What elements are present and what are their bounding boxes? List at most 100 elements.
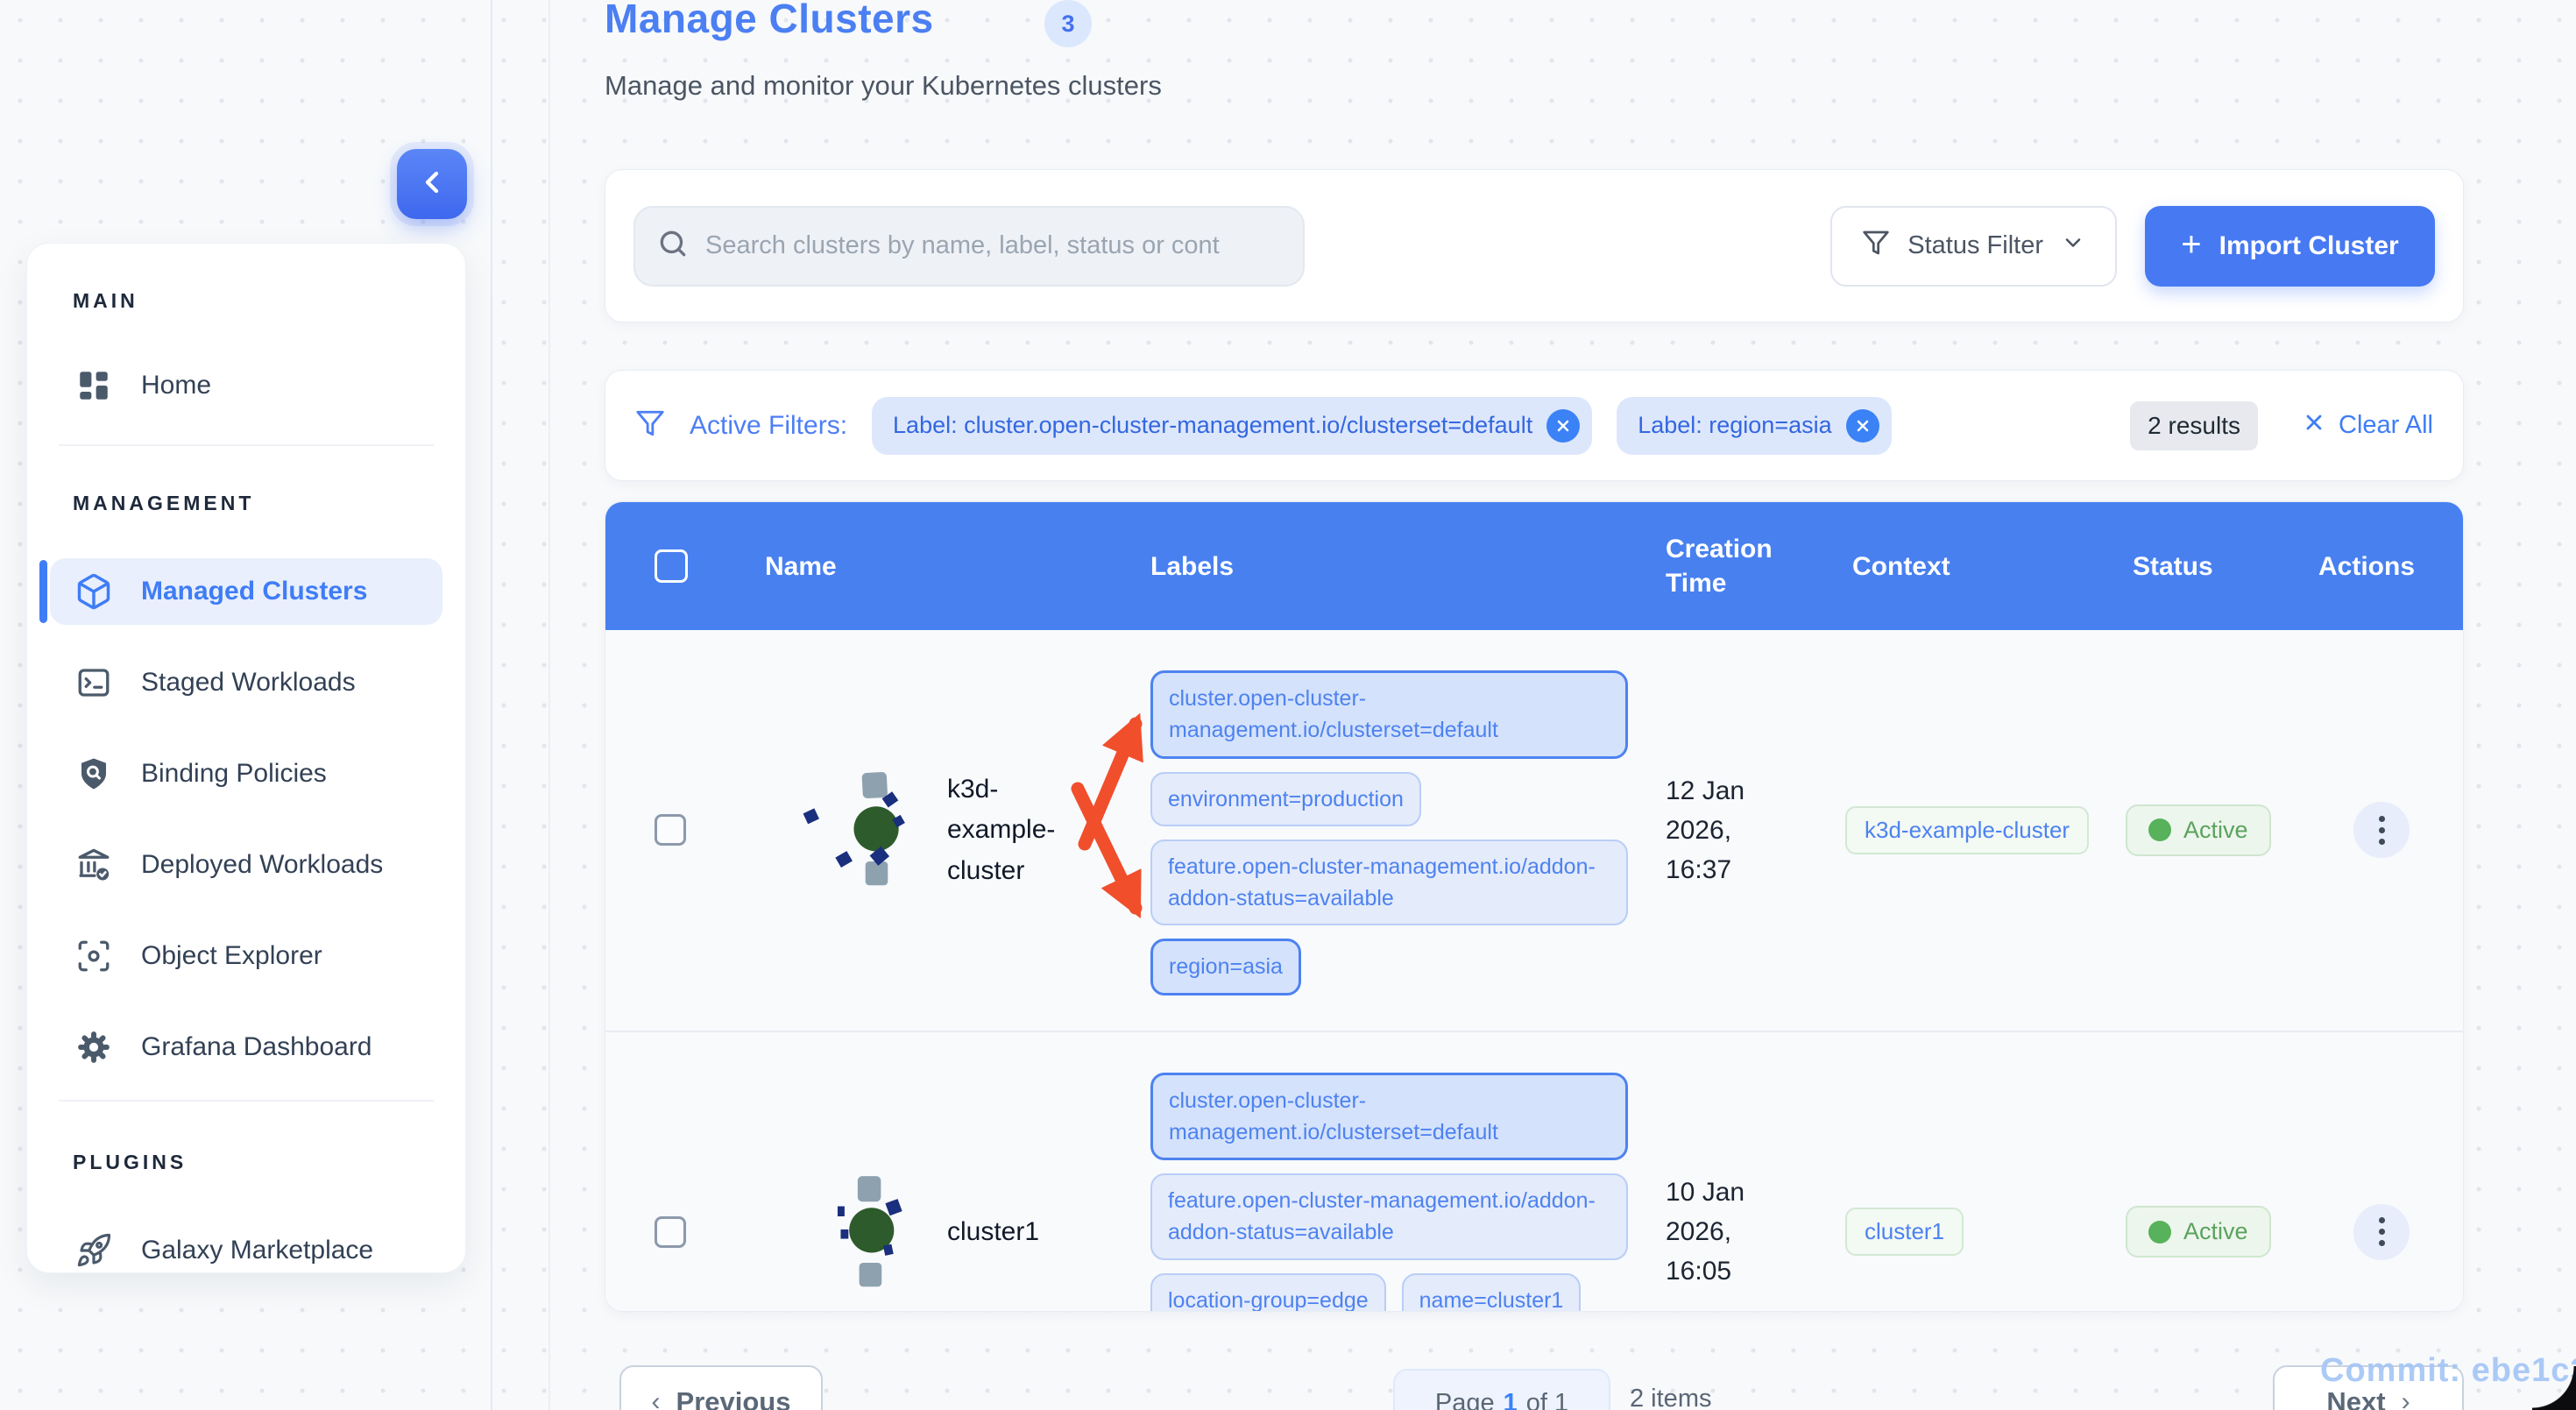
column-header-labels: Labels [1131, 549, 1666, 584]
chevron-left-icon [414, 165, 449, 204]
creation-time: 10 Jan 2026, 16:05 [1666, 1173, 1775, 1291]
remove-filter-icon[interactable] [1546, 409, 1580, 443]
page-subtitle: Manage and monitor your Kubernetes clust… [605, 70, 1162, 102]
terminal-icon [73, 662, 115, 704]
status-filter-label: Status Filter [1907, 231, 2043, 260]
filter-chip-text: Label: region=asia [1638, 412, 1831, 439]
cluster-count-badge: 3 [1044, 0, 1092, 47]
clear-all-label: Clear All [2339, 411, 2433, 440]
sidebar-divider [59, 1100, 434, 1102]
import-cluster-button[interactable]: + Import Cluster [2145, 206, 2435, 287]
plus-icon: + [2181, 227, 2201, 262]
cluster-logo-icon [791, 762, 923, 898]
scan-focus-icon [73, 935, 115, 977]
status-label: Active [2183, 1218, 2248, 1245]
sidebar-item-staged-workloads[interactable]: Staged Workloads [50, 649, 442, 716]
row-actions-kebab-button[interactable] [2353, 802, 2410, 858]
filter-chip-region: Label: region=asia [1617, 397, 1891, 455]
sidebar-section-plugins: PLUGINS [50, 1151, 442, 1173]
label-chip[interactable]: feature.open-cluster-management.io/addon… [1150, 840, 1628, 926]
table-row: cluster1 cluster.open-cluster-management… [605, 1032, 2463, 1313]
actions-cell [2318, 1204, 2464, 1260]
context-cell: cluster1 [1845, 1208, 2126, 1256]
row-actions-kebab-button[interactable] [2353, 1204, 2410, 1260]
active-filters-bar: Active Filters: Label: cluster.open-clus… [605, 370, 2464, 481]
previous-page-button[interactable]: ‹ Previous [619, 1365, 823, 1410]
context-cell: k3d-example-cluster [1845, 806, 2126, 854]
column-header-name: Name [719, 549, 1131, 584]
row-checkbox[interactable] [655, 814, 686, 846]
cluster-name-cell: k3d-example-cluster [719, 762, 1131, 898]
search-box [633, 206, 1305, 287]
page-label: Page [1435, 1389, 1495, 1410]
sidebar-item-grafana-dashboard[interactable]: Grafana Dashboard [50, 1014, 442, 1081]
sidebar-item-label: Deployed Workloads [141, 850, 383, 880]
cluster-name[interactable]: cluster1 [947, 1212, 1087, 1253]
context-chip[interactable]: k3d-example-cluster [1845, 806, 2089, 854]
label-chip[interactable]: cluster.open-cluster-management.io/clust… [1150, 670, 1628, 759]
page-of-label: of 1 [1526, 1389, 1568, 1410]
sidebar-item-label: Galaxy Marketplace [141, 1236, 373, 1265]
search-input[interactable] [705, 231, 1266, 260]
next-label: Next [2326, 1386, 2385, 1410]
funnel-icon [635, 408, 665, 443]
select-all-checkbox[interactable] [655, 549, 688, 583]
status-cell: Active [2126, 1206, 2318, 1258]
status-filter-button[interactable]: Status Filter [1830, 206, 2117, 287]
cluster-name[interactable]: k3d-example-cluster [947, 769, 1087, 892]
cluster-logo-icon [791, 1164, 923, 1300]
labels-cell: cluster.open-cluster-management.io/clust… [1131, 1032, 1666, 1313]
sidebar-main-divider [491, 0, 492, 1410]
filter-chip-clusterset: Label: cluster.open-cluster-management.i… [872, 397, 1592, 455]
rocket-icon [73, 1229, 115, 1272]
sidebar-section-main: MAIN [50, 289, 442, 312]
sidebar-item-managed-clusters[interactable]: Managed Clusters [50, 558, 442, 625]
status-badge: Active [2126, 804, 2271, 856]
clusters-table: Name Labels Creation Time Context Status… [605, 501, 2464, 1312]
remove-filter-icon[interactable] [1846, 409, 1879, 443]
sidebar-item-label: Binding Policies [141, 759, 327, 789]
x-icon [2302, 410, 2326, 442]
sidebar-collapse-button[interactable] [397, 149, 467, 219]
column-header-creation-time: Creation Time [1666, 532, 1793, 600]
bank-check-icon [73, 844, 115, 886]
active-indicator-bar [39, 560, 47, 623]
import-cluster-label: Import Cluster [2219, 231, 2399, 261]
home-dashboard-icon [73, 365, 115, 407]
label-chip[interactable]: name=cluster1 [1402, 1273, 1582, 1313]
label-chip[interactable]: region=asia [1150, 939, 1301, 995]
app-screen: MAIN Home MANAGEMENT Managed Clusters St… [0, 0, 2576, 1410]
sidebar-item-object-explorer[interactable]: Object Explorer [50, 923, 442, 989]
sidebar: MAIN Home MANAGEMENT Managed Clusters St… [26, 243, 466, 1273]
label-chip[interactable]: feature.open-cluster-management.io/addon… [1150, 1173, 1628, 1260]
status-dot-icon [2148, 1221, 2171, 1243]
sidebar-item-home[interactable]: Home [50, 352, 442, 419]
label-chip[interactable]: location-group=edge [1150, 1273, 1386, 1313]
status-badge: Active [2126, 1206, 2271, 1258]
sidebar-item-label: Home [141, 371, 211, 400]
sidebar-item-label: Managed Clusters [141, 577, 367, 606]
sidebar-item-label: Object Explorer [141, 941, 322, 971]
previous-label: Previous [676, 1386, 791, 1410]
sidebar-item-binding-policies[interactable]: Binding Policies [50, 740, 442, 807]
sidebar-item-galaxy-marketplace[interactable]: Galaxy Marketplace [50, 1217, 442, 1273]
status-label: Active [2183, 817, 2248, 844]
chevron-right-icon: › [2402, 1387, 2410, 1410]
status-dot-icon [2148, 818, 2171, 841]
sidebar-section-management: MANAGEMENT [50, 492, 442, 514]
label-chip[interactable]: cluster.open-cluster-management.io/clust… [1150, 1073, 1628, 1161]
clear-all-filters-button[interactable]: Clear All [2302, 410, 2433, 442]
items-count-label: 2 items [1630, 1385, 1711, 1410]
context-chip[interactable]: cluster1 [1845, 1208, 1964, 1256]
gear-icon [73, 1026, 115, 1068]
sidebar-item-deployed-workloads[interactable]: Deployed Workloads [50, 832, 442, 898]
status-cell: Active [2126, 804, 2318, 856]
row-checkbox[interactable] [655, 1216, 686, 1248]
labels-cell: cluster.open-cluster-management.io/clust… [1131, 630, 1666, 1031]
column-header-context: Context [1845, 549, 2126, 584]
label-chip[interactable]: environment=production [1150, 772, 1421, 826]
chevron-down-icon [2061, 230, 2085, 262]
sidebar-divider [59, 444, 434, 446]
page-title: Manage Clusters [605, 0, 934, 42]
window-corner [2532, 1366, 2576, 1410]
